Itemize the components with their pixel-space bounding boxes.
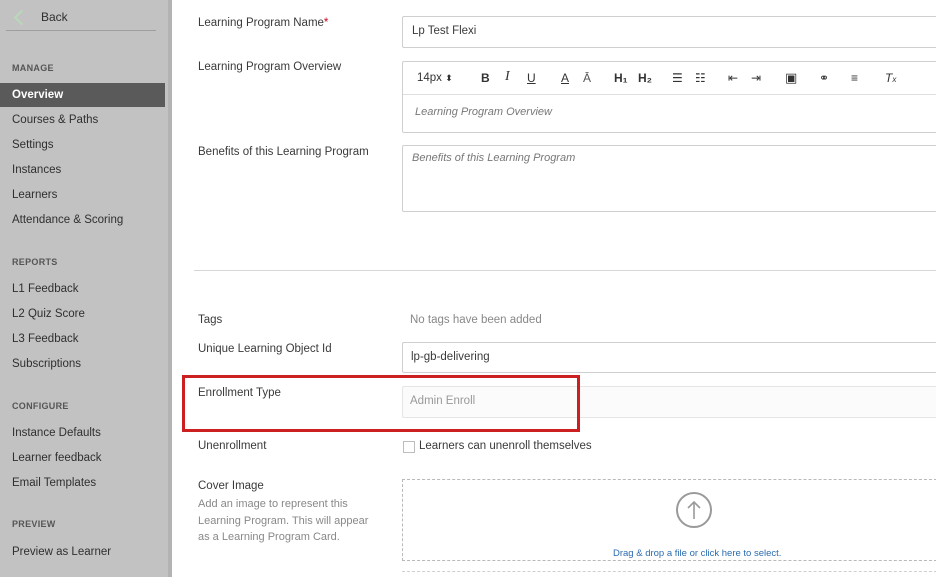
bold-button[interactable]: B xyxy=(481,70,490,86)
unenroll-checkbox-label[interactable]: Learners can unenroll themselves xyxy=(419,440,592,452)
heading1-button[interactable]: H₁ xyxy=(614,70,628,86)
align-icon[interactable]: ≡ xyxy=(851,70,858,86)
link-icon[interactable]: ⚭ xyxy=(819,70,829,86)
program-name-input[interactable]: Lp Test Flexi xyxy=(402,16,936,48)
sidebar-item-email-templates[interactable]: Email Templates xyxy=(12,475,96,491)
overview-label: Learning Program Overview xyxy=(198,61,342,73)
highlight-box xyxy=(182,375,580,432)
sidebar-item-settings[interactable]: Settings xyxy=(12,137,54,153)
rich-text-toolbar: 14px ⬍ B I U A Ā H₁ H₂ ☰ ☷ ⇤ ⇥ ▣ ⚭ ≡ Tx xyxy=(403,62,936,95)
benefits-label: Benefits of this Learning Program xyxy=(198,146,369,158)
next-field-edge xyxy=(402,571,936,577)
tags-value: No tags have been added xyxy=(410,314,542,326)
italic-button[interactable]: I xyxy=(505,69,510,85)
underline-button[interactable]: U xyxy=(527,70,536,86)
text-color-icon[interactable]: A xyxy=(561,70,569,86)
outdent-icon[interactable]: ⇤ xyxy=(728,70,738,86)
sidebar-edge xyxy=(168,0,172,577)
divider xyxy=(6,30,156,31)
benefits-textarea[interactable]: Benefits of this Learning Program xyxy=(402,145,936,212)
section-configure: CONFIGURE xyxy=(12,401,69,411)
overview-editor[interactable]: 14px ⬍ B I U A Ā H₁ H₂ ☰ ☷ ⇤ ⇥ ▣ ⚭ ≡ Tx … xyxy=(402,61,936,133)
font-size-select[interactable]: 14px ⬍ xyxy=(417,70,453,86)
indent-icon[interactable]: ⇥ xyxy=(751,70,761,86)
sidebar-item-l3-feedback[interactable]: L3 Feedback xyxy=(12,331,79,347)
section-manage: MANAGE xyxy=(12,63,54,73)
section-preview: PREVIEW xyxy=(12,519,56,529)
sidebar-item-label: Overview xyxy=(12,89,64,101)
sidebar-item-instances[interactable]: Instances xyxy=(12,162,61,178)
upload-icon[interactable] xyxy=(676,492,712,528)
sidebar-item-learner-feedback[interactable]: Learner feedback xyxy=(12,450,102,466)
highlight-color-icon[interactable]: Ā xyxy=(583,70,591,86)
sidebar-item-l2-quiz-score[interactable]: L2 Quiz Score xyxy=(12,306,85,322)
required-asterisk: * xyxy=(323,17,329,29)
uloid-value: lp-gb-delivering xyxy=(411,351,490,363)
font-size-value: 14px xyxy=(417,72,442,84)
sidebar-item-preview-as-learner[interactable]: Preview as Learner xyxy=(12,544,111,560)
overview-placeholder: Learning Program Overview xyxy=(415,106,552,118)
image-icon[interactable]: ▣ xyxy=(785,70,797,86)
updown-icon: ⬍ xyxy=(445,73,453,83)
bullet-list-icon[interactable]: ☷ xyxy=(695,70,706,86)
dropzone-link[interactable]: Drag & drop a file or click here to sele… xyxy=(613,548,781,559)
sidebar-item-instance-defaults[interactable]: Instance Defaults xyxy=(12,425,101,441)
section-reports: REPORTS xyxy=(12,257,58,267)
sidebar-item-subscriptions[interactable]: Subscriptions xyxy=(12,356,81,372)
uloid-input[interactable]: lp-gb-delivering xyxy=(402,342,936,373)
back-button[interactable]: Back xyxy=(12,8,68,26)
unenroll-checkbox[interactable] xyxy=(403,441,415,453)
cover-image-help: Add an image to represent this Learning … xyxy=(198,498,369,543)
tags-label: Tags xyxy=(198,314,223,326)
clear-format-icon[interactable]: Tx xyxy=(885,70,896,86)
chevron-left-icon xyxy=(13,9,30,25)
ordered-list-icon[interactable]: ☰ xyxy=(672,70,683,86)
sidebar-item-l1-feedback[interactable]: L1 Feedback xyxy=(12,281,79,297)
sidebar-item-learners[interactable]: Learners xyxy=(12,187,57,203)
back-label: Back xyxy=(41,10,68,24)
section-divider xyxy=(194,270,936,271)
unenrollment-label: Unenrollment xyxy=(198,440,267,452)
program-name-label: Learning Program Name* xyxy=(198,17,328,29)
heading2-button[interactable]: H₂ xyxy=(638,70,652,86)
program-name-label-text: Learning Program Name xyxy=(198,17,324,29)
program-name-value: Lp Test Flexi xyxy=(412,25,477,37)
sidebar-item-courses-paths[interactable]: Courses & Paths xyxy=(12,112,98,128)
cover-image-label: Cover Image xyxy=(198,480,264,492)
sidebar-item-attendance-scoring[interactable]: Attendance & Scoring xyxy=(12,212,123,228)
benefits-placeholder: Benefits of this Learning Program xyxy=(412,152,576,164)
uloid-label: Unique Learning Object Id xyxy=(198,343,332,355)
